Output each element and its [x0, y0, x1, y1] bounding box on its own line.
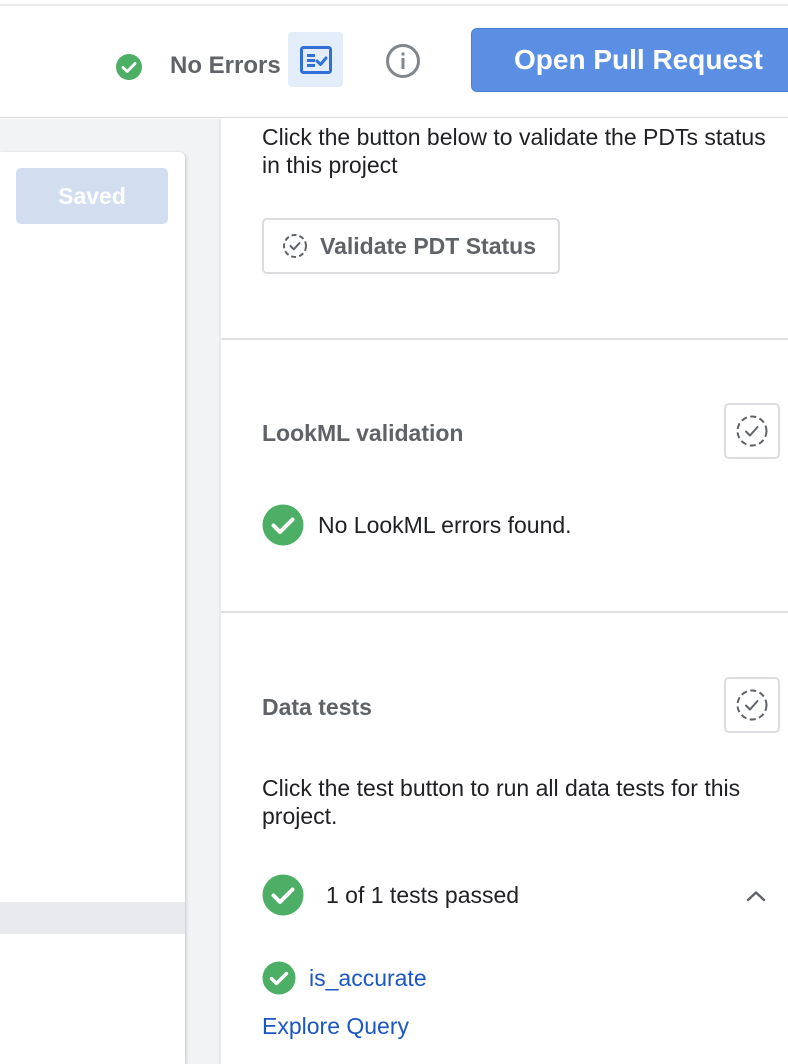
validation-panel: Click the button below to validate the P…: [219, 119, 788, 1064]
explore-query-link[interactable]: Explore Query: [262, 1013, 409, 1039]
lookml-result-text: No LookML errors found.: [318, 511, 572, 538]
dashed-check-icon: [283, 234, 307, 258]
section-divider: [221, 338, 788, 340]
info-button[interactable]: [383, 41, 423, 81]
dashed-check-icon: [736, 415, 768, 447]
validate-pdt-status-button[interactable]: Validate PDT Status: [262, 218, 560, 274]
section-divider: [221, 611, 788, 613]
editor-footer-bar: [0, 902, 185, 934]
tests-summary[interactable]: 1 of 1 tests passed: [262, 874, 519, 916]
validate-pdt-status-label: Validate PDT Status: [320, 232, 537, 259]
data-tests-description: Click the test button to run all data te…: [262, 775, 741, 829]
test-name-link[interactable]: is_accurate: [309, 965, 427, 992]
validation-panel-toggle[interactable]: [288, 32, 343, 87]
info-icon: [386, 44, 420, 78]
ide-header: No Errors Open Pull Request: [0, 6, 788, 118]
open-pull-request-button[interactable]: Open Pull Request: [471, 28, 788, 92]
data-tests-title: Data tests: [262, 694, 372, 720]
pdt-description: Click the button below to validate the P…: [262, 124, 766, 178]
check-circle-icon: [116, 54, 142, 80]
check-circle-icon: [262, 504, 304, 546]
lookml-validation-title: LookML validation: [262, 420, 464, 446]
editor-panel: Saved: [0, 152, 185, 1064]
lookml-result: No LookML errors found.: [262, 504, 572, 546]
page: No Errors Open Pull Request Saved Click …: [0, 0, 788, 1064]
check-circle-icon: [262, 874, 304, 916]
run-data-tests-button[interactable]: [724, 677, 780, 733]
dashed-check-icon: [736, 689, 768, 721]
status-text: No Errors: [170, 52, 281, 79]
tests-summary-text: 1 of 1 tests passed: [326, 881, 520, 908]
saved-button[interactable]: Saved: [16, 168, 168, 224]
collapse-button[interactable]: [741, 881, 771, 911]
explore-query-row: Explore Query: [262, 1013, 409, 1040]
chevron-up-icon: [746, 891, 766, 902]
run-lookml-validation-button[interactable]: [724, 403, 780, 459]
checklist-icon: [299, 45, 332, 74]
test-item: is_accurate: [262, 961, 427, 995]
check-circle-icon: [262, 961, 296, 995]
